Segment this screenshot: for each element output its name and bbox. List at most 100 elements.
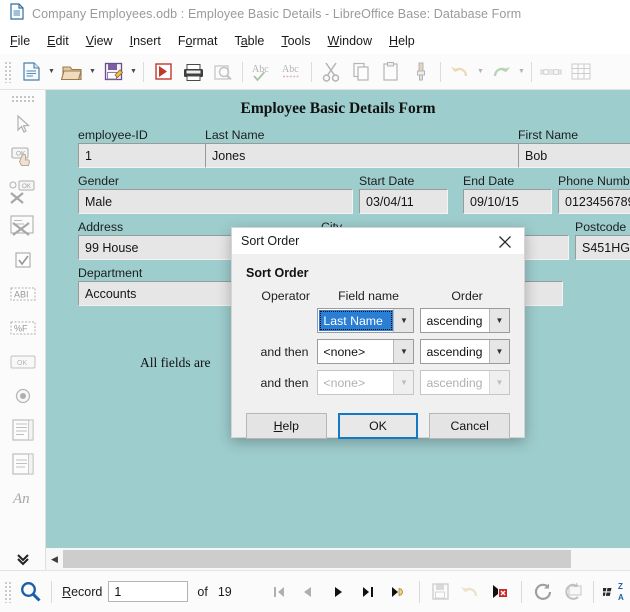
table-icon[interactable]	[566, 57, 596, 87]
navbar-grip[interactable]	[4, 580, 13, 603]
text-box-icon[interactable]: An	[4, 481, 42, 515]
field-phone-number[interactable]: 01234567891	[558, 189, 630, 214]
first-record-icon[interactable]	[264, 577, 294, 607]
field-gender[interactable]: Male	[78, 189, 353, 214]
sort-row-1-field-name-combo[interactable]: Last Name ▼	[317, 308, 415, 333]
menu-edit[interactable]: Edit	[47, 34, 69, 48]
save-record-icon[interactable]	[426, 577, 456, 607]
left-toolbar-grip[interactable]	[10, 95, 35, 102]
field-first-name[interactable]: Bob	[518, 143, 630, 168]
new-record-icon[interactable]	[383, 577, 413, 607]
undo-dropdown-icon[interactable]: ▼	[475, 57, 486, 87]
menu-file[interactable]: File	[10, 34, 30, 48]
field-postcode[interactable]: S451HG	[575, 235, 630, 260]
field-last-name[interactable]: Jones	[205, 143, 558, 168]
menu-view[interactable]: View	[86, 34, 113, 48]
sort-row-3-order-combo: ascending ▼	[420, 370, 510, 395]
toolbar-grip[interactable]	[4, 60, 13, 83]
sort-row-2-order-value: ascending	[426, 344, 483, 359]
ok-button[interactable]: OK	[337, 413, 419, 439]
menu-insert[interactable]: Insert	[130, 34, 161, 48]
previous-record-icon[interactable]	[294, 577, 324, 607]
redo-dropdown-icon[interactable]: ▼	[516, 57, 527, 87]
sort-row-3-order-value: ascending	[426, 375, 483, 390]
sort-row-1-order-combo[interactable]: ascending ▼	[420, 308, 510, 333]
field-start-date[interactable]: 03/04/11	[359, 189, 448, 214]
clone-formatting-icon[interactable]	[406, 57, 436, 87]
spelling-icon[interactable]: Abc	[247, 57, 277, 87]
control-wizards-icon[interactable]: OK	[4, 175, 42, 209]
sort-descending-icon[interactable]: Z A	[600, 577, 630, 607]
option-button-icon[interactable]	[4, 379, 42, 413]
menu-window[interactable]: Window	[328, 34, 372, 48]
record-count: 19	[217, 584, 232, 599]
label-field-icon[interactable]: ABI	[4, 277, 42, 311]
navbar-separator	[593, 580, 595, 603]
chevron-down-icon[interactable]: ▼	[489, 340, 509, 363]
menu-format[interactable]: Format	[178, 34, 218, 48]
scroll-left-icon[interactable]: ◀	[46, 548, 63, 570]
record-number-input[interactable]	[108, 581, 189, 602]
delete-record-icon[interactable]	[485, 577, 515, 607]
cut-icon[interactable]	[316, 57, 346, 87]
dialog-buttons: Help OK Cancel	[232, 401, 524, 439]
next-record-icon[interactable]	[323, 577, 353, 607]
menu-table[interactable]: Table	[234, 34, 264, 48]
sort-row-2-field-name-combo[interactable]: <none> ▼	[317, 339, 415, 364]
horizontal-scrollbar[interactable]: ◀	[46, 548, 614, 570]
chevron-down-icon[interactable]: ▼	[489, 309, 509, 332]
form-design-icon[interactable]	[4, 209, 42, 243]
navbar-separator	[418, 580, 420, 603]
design-mode-icon[interactable]: OK	[4, 141, 42, 175]
dialog-body: Sort Order Operator Field name Order Las…	[232, 255, 524, 395]
scrollbar-thumb[interactable]	[63, 550, 571, 568]
scrollbar-track[interactable]	[63, 548, 614, 570]
save-icon[interactable]	[98, 57, 128, 87]
save-dropdown-icon[interactable]: ▼	[128, 57, 139, 87]
menu-tools[interactable]: Tools	[281, 34, 310, 48]
form-controls-overflow[interactable]	[0, 548, 46, 570]
title-bar: Company Employees.odb : Employee Basic D…	[0, 0, 630, 28]
scrollbar-corner	[614, 548, 630, 570]
combo-box-icon[interactable]	[4, 447, 42, 481]
print-preview-icon[interactable]	[208, 57, 238, 87]
export-pdf-icon[interactable]	[148, 57, 178, 87]
select-arrow-icon[interactable]	[4, 107, 42, 141]
form-navigator-icon[interactable]	[536, 57, 566, 87]
menu-help[interactable]: Help	[389, 34, 415, 48]
new-document-icon[interactable]	[16, 57, 46, 87]
last-record-icon[interactable]	[353, 577, 383, 607]
svg-text:OK: OK	[22, 183, 32, 190]
refresh-control-icon[interactable]	[558, 577, 588, 607]
search-icon[interactable]	[15, 577, 45, 607]
close-icon[interactable]	[486, 228, 524, 255]
list-box-icon[interactable]	[4, 413, 42, 447]
sort-row-1-field-name-value: Last Name	[319, 310, 394, 331]
copy-icon[interactable]	[346, 57, 376, 87]
sort-row-3: and then <none> ▼ ascending ▼	[246, 370, 510, 395]
chevron-down-icon[interactable]: ▼	[393, 309, 414, 332]
sort-row-2-operator: and then	[260, 344, 309, 359]
sort-row-3-field-name-combo: <none> ▼	[317, 370, 415, 395]
undo-record-icon[interactable]	[455, 577, 485, 607]
help-button[interactable]: Help	[246, 413, 327, 439]
open-file-dropdown-icon[interactable]: ▼	[87, 57, 98, 87]
sort-row-2-order-combo[interactable]: ascending ▼	[420, 339, 510, 364]
undo-icon[interactable]	[445, 57, 475, 87]
push-button-icon[interactable]: OK	[4, 345, 42, 379]
application-window: Company Employees.odb : Employee Basic D…	[0, 0, 630, 612]
open-file-icon[interactable]	[57, 57, 87, 87]
formatted-field-icon[interactable]: %F	[4, 311, 42, 345]
chevron-down-icon[interactable]: ▼	[393, 340, 414, 363]
refresh-icon[interactable]	[528, 577, 558, 607]
cancel-button[interactable]: Cancel	[429, 413, 510, 439]
field-end-date[interactable]: 09/10/15	[463, 189, 552, 214]
check-box-icon[interactable]	[4, 243, 42, 277]
formatting-marks-icon[interactable]: Abc	[277, 57, 307, 87]
new-document-dropdown-icon[interactable]: ▼	[46, 57, 57, 87]
print-icon[interactable]	[178, 57, 208, 87]
redo-icon[interactable]	[486, 57, 516, 87]
paste-icon[interactable]	[376, 57, 406, 87]
navbar-separator	[51, 580, 53, 603]
field-employee-id[interactable]: 1	[78, 143, 219, 168]
